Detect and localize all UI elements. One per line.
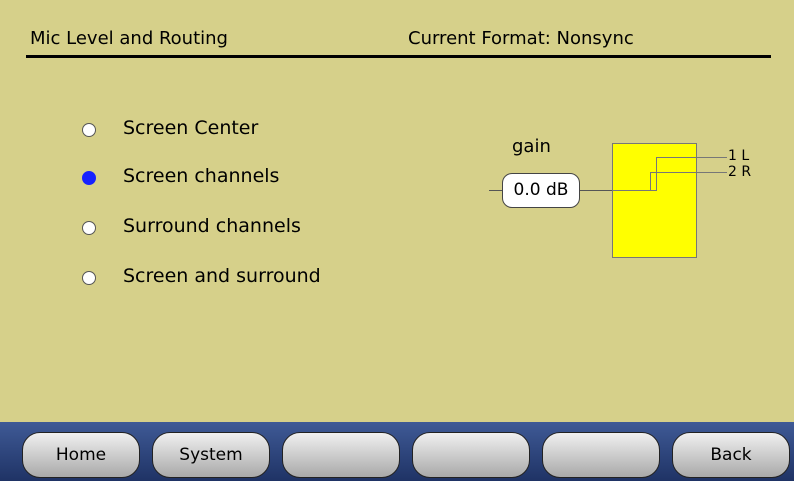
radio-icon[interactable] — [82, 123, 96, 137]
wire-output-1-horizontal — [656, 157, 727, 158]
blank-button-4[interactable] — [412, 432, 530, 478]
wire-output-1-vertical — [656, 157, 657, 190]
wire-output-2-vertical — [650, 172, 651, 191]
wire-output-2-horizontal — [650, 172, 727, 173]
home-button[interactable]: Home — [22, 432, 140, 478]
page-title: Mic Level and Routing — [30, 28, 228, 49]
option-label: Screen Center — [123, 117, 259, 139]
routing-matrix-box — [612, 143, 697, 258]
mic-level-routing-screen: Mic Level and Routing Current Format: No… — [0, 0, 794, 481]
radio-icon[interactable] — [82, 271, 96, 285]
output-label-2: 2 R — [728, 164, 752, 180]
option-label: Screen channels — [123, 165, 280, 187]
option-surround-channels[interactable]: Surround channels — [82, 215, 382, 245]
option-label: Surround channels — [123, 215, 301, 237]
option-screen-channels[interactable]: Screen channels — [82, 165, 382, 195]
gain-value-button[interactable]: 0.0 dB — [502, 173, 580, 208]
option-label: Screen and surround — [123, 265, 321, 287]
header-divider — [26, 55, 771, 58]
output-label-1: 1 L — [728, 148, 750, 164]
option-screen-and-surround[interactable]: Screen and surround — [82, 265, 382, 295]
blank-button-3[interactable] — [282, 432, 400, 478]
blank-button-5[interactable] — [542, 432, 660, 478]
radio-icon[interactable] — [82, 171, 96, 185]
back-button[interactable]: Back — [672, 432, 790, 478]
gain-output-line — [580, 190, 612, 191]
option-screen-center[interactable]: Screen Center — [82, 117, 382, 147]
current-format-label: Current Format: Nonsync — [408, 28, 634, 49]
radio-icon[interactable] — [82, 221, 96, 235]
input-line — [489, 190, 502, 191]
system-button[interactable]: System — [152, 432, 270, 478]
gain-label: gain — [512, 136, 551, 157]
